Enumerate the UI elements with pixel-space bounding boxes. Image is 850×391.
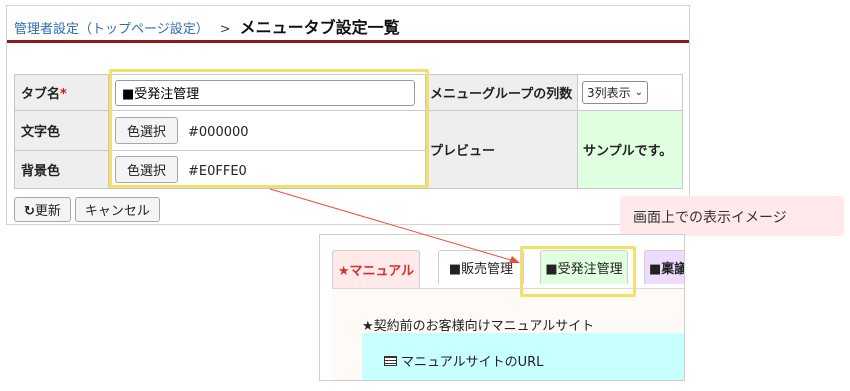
cancel-button[interactable]: キャンセル xyxy=(74,197,160,222)
tab-name-cell xyxy=(108,74,426,111)
tab-settings-form: タブ名* メニューグループの列数 3列表示⌄ 文字色 色選択 #000000 プレ… xyxy=(14,74,683,189)
bg-color-select-button[interactable]: 色選択 xyxy=(115,156,179,183)
chevron-down-icon: ⌄ xyxy=(634,87,644,98)
text-color-value: #000000 xyxy=(188,125,249,140)
title-divider xyxy=(7,40,689,43)
preview-tab-manual[interactable]: ★マニュアル xyxy=(332,250,420,288)
stage: 管理者設定（トップページ設定） > メニュータブ設定一覧 タブ名* メニューグループ… xyxy=(0,0,850,391)
preview-tab-sales[interactable]: ■販売管理 xyxy=(438,250,524,284)
breadcrumb: 管理者設定（トップページ設定） > メニュータブ設定一覧 xyxy=(14,14,400,38)
columns-label: メニューグループの列数 xyxy=(425,74,578,111)
tab-name-label: タブ名* xyxy=(14,74,109,111)
preview-content-box: マニュアルサイトのURL xyxy=(362,333,684,380)
bg-color-value: #E0FFE0 xyxy=(188,164,247,179)
screen-preview-panel: ★マニュアル ■販売管理 ■受発注管理 ■稟議 ★契約前のお客様向けマニュアルサ… xyxy=(319,234,685,381)
text-color-label: 文字色 xyxy=(14,110,109,151)
preview-content-title: ★契約前のお客様向けマニュアルサイト xyxy=(362,319,595,334)
action-bar: ↻更新 キャンセル xyxy=(14,197,160,222)
preview-callout: 画面上での表示イメージ xyxy=(620,196,844,249)
refresh-icon: ↻ xyxy=(24,204,35,219)
bg-color-cell: 色選択 #E0FFE0 xyxy=(108,150,426,189)
breadcrumb-separator: > xyxy=(219,22,231,37)
preview-tab-bar: ★マニュアル ■販売管理 ■受発注管理 ■稟議 xyxy=(332,250,684,288)
bg-color-label: 背景色 xyxy=(14,150,109,189)
preview-label: プレビュー xyxy=(425,110,578,189)
required-mark: * xyxy=(60,87,67,102)
preview-tab-orders[interactable]: ■受発注管理 xyxy=(540,250,628,284)
preview-tab-approval[interactable]: ■稟議 xyxy=(644,250,684,284)
text-color-cell: 色選択 #000000 xyxy=(108,110,426,151)
settings-panel: 管理者設定（トップページ設定） > メニュータブ設定一覧 タブ名* メニューグループ… xyxy=(6,5,690,225)
tab-name-input[interactable] xyxy=(115,79,415,106)
update-label: 更新 xyxy=(34,204,61,219)
page-title: メニュータブ設定一覧 xyxy=(239,18,400,37)
preview-link-row[interactable]: マニュアルサイトのURL xyxy=(384,351,543,370)
breadcrumb-parent-link[interactable]: 管理者設定（トップページ設定） xyxy=(14,22,209,37)
document-icon xyxy=(384,355,397,366)
preview-link-label: マニュアルサイトのURL xyxy=(401,355,544,370)
columns-select-value: 3列表示 xyxy=(587,86,631,100)
columns-select[interactable]: 3列表示 ⌄ xyxy=(582,81,649,104)
callout-text: 画面上での表示イメージ xyxy=(633,210,787,226)
columns-cell: 3列表示 ⌄ xyxy=(577,74,683,111)
preview-sample: サンプルです。 xyxy=(577,110,683,189)
update-button[interactable]: ↻更新 xyxy=(14,197,71,222)
preview-tab-content: ★契約前のお客様向けマニュアルサイト マニュアルサイトのURL xyxy=(332,288,684,380)
text-color-select-button[interactable]: 色選択 xyxy=(115,117,179,144)
